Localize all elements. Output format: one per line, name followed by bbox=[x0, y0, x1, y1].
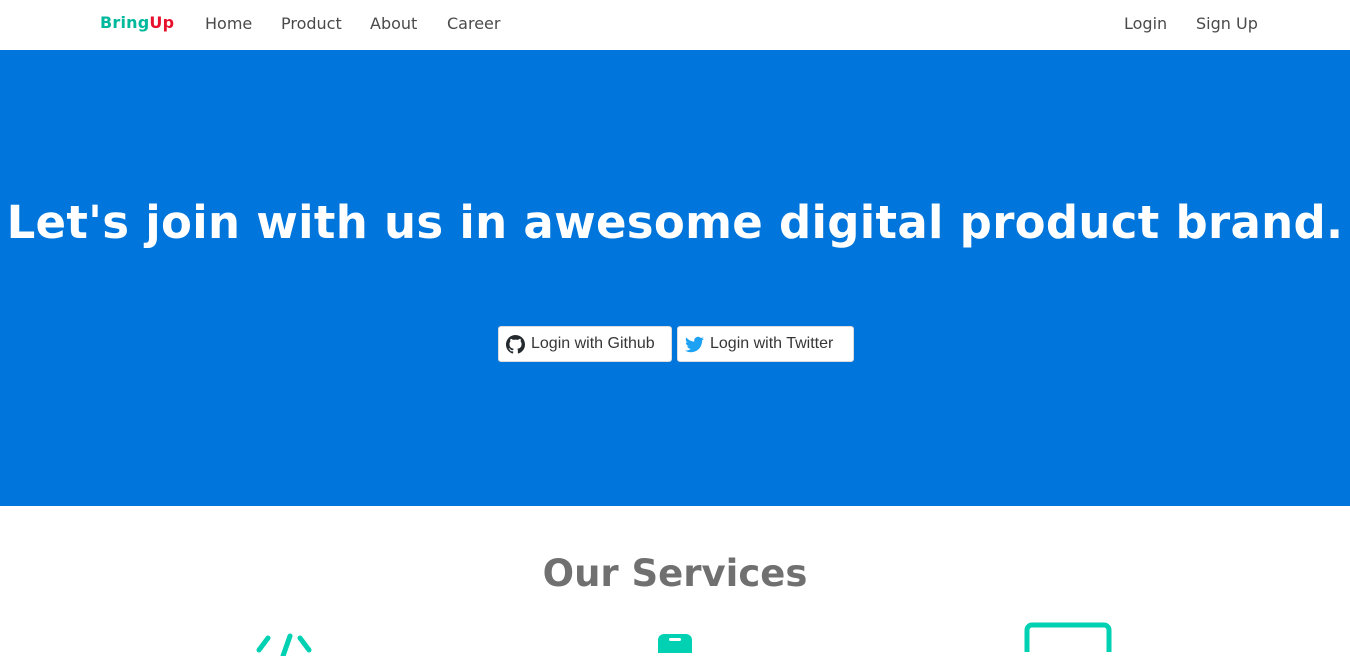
nav-login[interactable]: Login bbox=[1124, 14, 1167, 33]
navbar: BringUp Home Product About Career Login … bbox=[0, 0, 1350, 50]
nav-signup[interactable]: Sign Up bbox=[1196, 14, 1258, 33]
services-title: Our Services bbox=[542, 552, 808, 595]
mobile-icon bbox=[657, 633, 693, 660]
brand-part-1: Bring bbox=[100, 13, 150, 32]
hero-section: Let's join with us in awesome digital pr… bbox=[0, 50, 1350, 506]
login-twitter-button[interactable]: Login with Twitter bbox=[677, 326, 854, 362]
hero-title: Let's join with us in awesome digital pr… bbox=[6, 196, 1344, 249]
github-icon bbox=[506, 334, 525, 354]
login-github-button[interactable]: Login with Github bbox=[498, 326, 672, 362]
brand-part-2: Up bbox=[149, 13, 175, 32]
nav-home[interactable]: Home bbox=[205, 14, 252, 33]
twitter-button-label: Login with Twitter bbox=[710, 335, 834, 352]
desktop-icon bbox=[1024, 622, 1112, 660]
twitter-icon bbox=[685, 335, 704, 354]
github-button-label: Login with Github bbox=[531, 335, 655, 352]
nav-about[interactable]: About bbox=[370, 14, 417, 33]
brand-logo[interactable]: BringUp bbox=[100, 13, 174, 32]
hero-buttons: Login with Github Login with Twitter bbox=[498, 326, 854, 362]
nav-product[interactable]: Product bbox=[281, 14, 342, 33]
code-icon bbox=[256, 632, 312, 660]
nav-career[interactable]: Career bbox=[447, 14, 500, 33]
